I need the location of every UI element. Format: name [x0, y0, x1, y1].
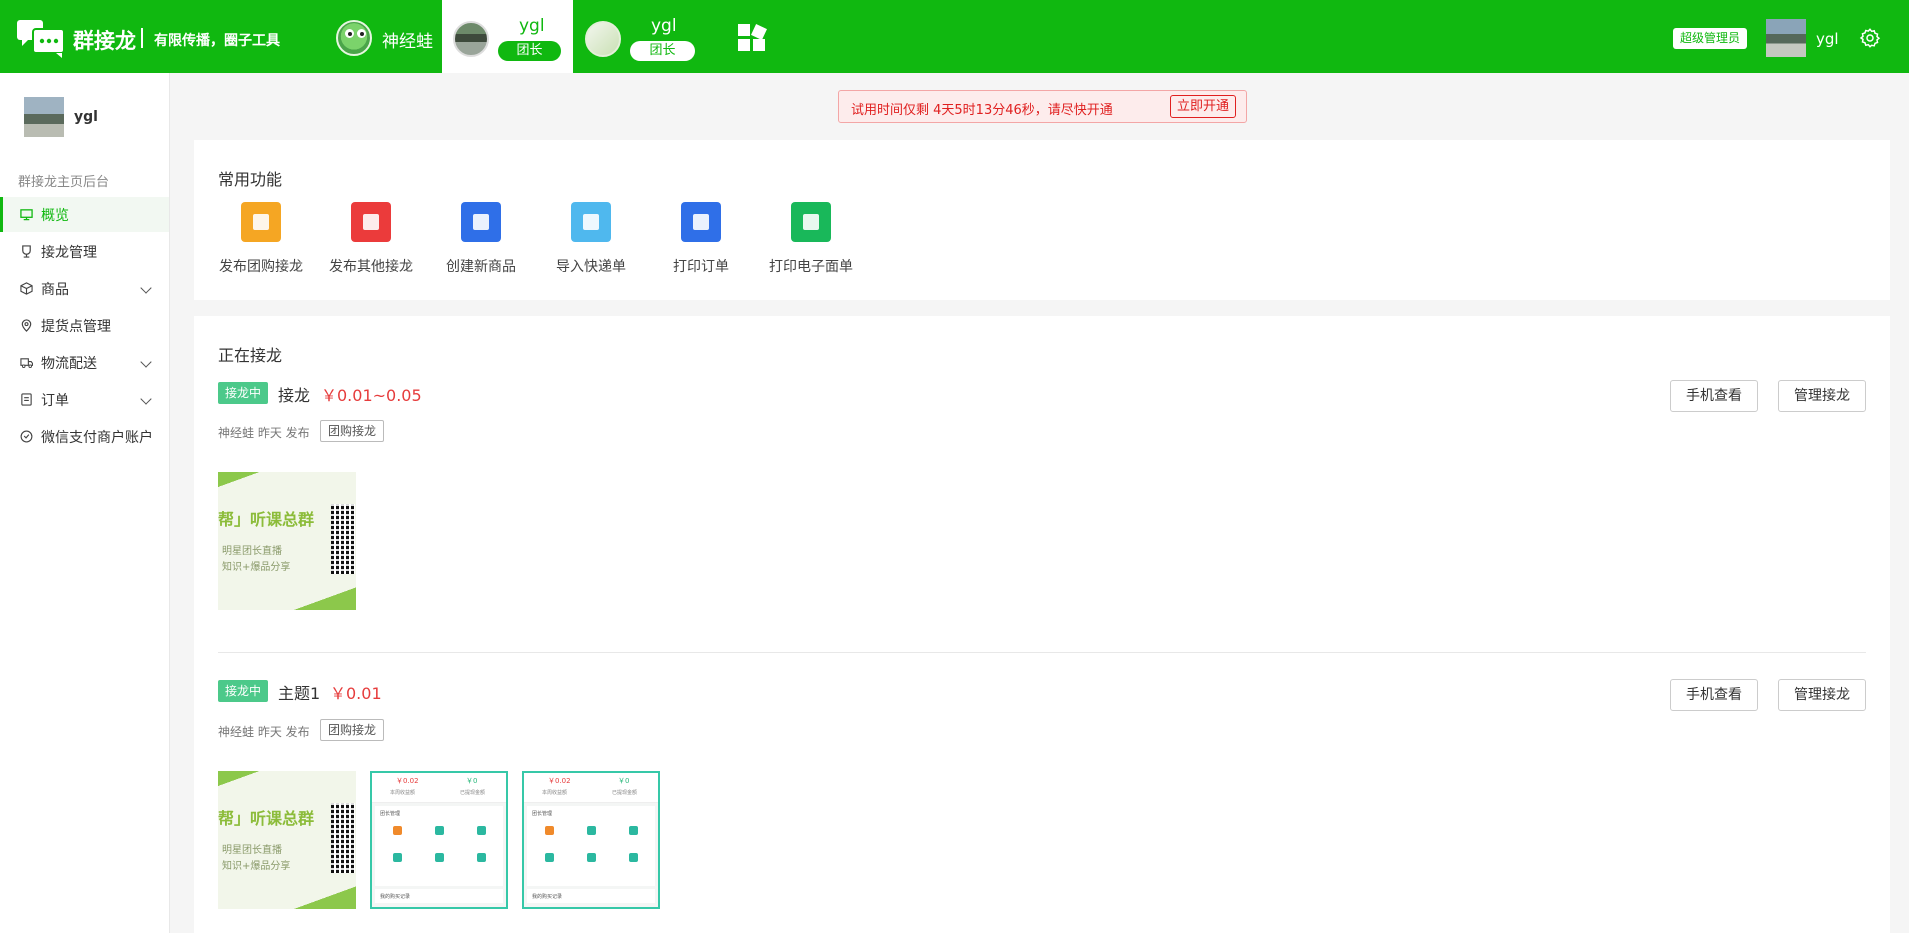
- sidebar-item-relay-manage[interactable]: 接龙管理: [0, 234, 169, 269]
- admin-badge: 超级管理员: [1673, 28, 1748, 49]
- grid-apps-icon[interactable]: [738, 24, 767, 52]
- sidebar-section-title: 群接龙主页后台: [18, 175, 110, 190]
- role-badge: 团长: [630, 41, 695, 61]
- sidebar-item-overview[interactable]: 概览: [0, 197, 169, 232]
- brand-divider: [141, 28, 143, 48]
- group-name: 神经蛙: [382, 32, 433, 52]
- location-pin-icon: [21, 319, 32, 332]
- chevron-down-icon: [140, 356, 152, 368]
- group-switch-ygl-active[interactable]: ygl 团长: [442, 0, 573, 73]
- activate-now-button[interactable]: 立即开通: [1170, 95, 1237, 118]
- relay-image[interactable]: 帮」听课总群 明星团长直播 知识+爆品分享: [218, 472, 356, 610]
- box-icon: [20, 282, 33, 295]
- relay-image[interactable]: 帮」听课总群 明星团长直播 知识+爆品分享: [218, 771, 356, 909]
- relay-type-tag: 团购接龙: [320, 420, 385, 442]
- gear-icon[interactable]: [1859, 27, 1881, 49]
- brand-slogan: 有限传播，圈子工具: [154, 33, 280, 49]
- status-badge: 接龙中: [218, 680, 269, 702]
- section-title: 正在接龙: [218, 346, 283, 365]
- qr-code: [331, 803, 355, 873]
- sidebar-item-label: 物流配送: [41, 356, 97, 372]
- avatar[interactable]: [1766, 19, 1806, 57]
- sidebar-item-label: 提货点管理: [41, 319, 111, 335]
- manage-relay-button[interactable]: 管理接龙: [1778, 679, 1866, 711]
- sidebar-item-label: 概览: [41, 208, 69, 224]
- chevron-down-icon: [140, 393, 152, 405]
- sidebar-item-label: 微信支付商户账户: [41, 430, 153, 446]
- publish-other-icon: [351, 202, 391, 242]
- sidebar-item-logistics[interactable]: 物流配送: [0, 345, 169, 380]
- mobile-view-button[interactable]: 手机查看: [1670, 679, 1758, 711]
- sidebar-item-pickup[interactable]: 提货点管理: [0, 308, 169, 343]
- sidebar-item-label: 接龙管理: [41, 245, 97, 261]
- relay-title[interactable]: 接龙: [278, 382, 310, 406]
- func-label: 创建新商品: [446, 259, 516, 275]
- relay-price: ￥0.01: [330, 684, 382, 703]
- mobile-view-button[interactable]: 手机查看: [1670, 380, 1758, 412]
- group-name: ygl: [651, 16, 677, 36]
- sidebar-item-wechat-pay[interactable]: 微信支付商户账户: [0, 419, 169, 454]
- frog-avatar: [336, 20, 372, 56]
- relay-meta: 神经蛙 昨天 发布: [218, 426, 310, 440]
- brand-name: 群接龙: [73, 29, 136, 53]
- group-switch-frog[interactable]: 神经蛙: [330, 0, 440, 73]
- printer-icon: [681, 202, 721, 242]
- divider: [218, 652, 1866, 653]
- common-functions-card: [194, 140, 1890, 300]
- relay-type-tag: 团购接龙: [320, 719, 385, 741]
- role-badge: 团长: [498, 41, 561, 61]
- group-avatar: [453, 21, 489, 57]
- sidebar-item-products[interactable]: 商品: [0, 271, 169, 306]
- trial-notice: 试用时间仅剩 4天5时13分46秒，请尽快开通 立即开通: [838, 90, 1247, 123]
- top-bar: 群接龙 有限传播，圈子工具 神经蛙 ygl 团长 ygl 团长 超级管理员 yg…: [0, 0, 1909, 73]
- group-avatar: [585, 21, 621, 57]
- trophy-icon: [22, 245, 31, 258]
- import-waybill-icon: [571, 202, 611, 242]
- monitor-icon: [20, 209, 33, 221]
- func-label: 发布团购接龙: [219, 259, 303, 275]
- status-badge: 接龙中: [218, 382, 269, 404]
- group-switch-ygl[interactable]: ygl 团长: [579, 0, 709, 73]
- chevron-down-icon: [140, 282, 152, 294]
- relay-meta: 神经蛙 昨天 发布: [218, 725, 310, 739]
- relay-price: ￥0.01~0.05: [321, 386, 422, 405]
- section-title: 常用功能: [218, 170, 283, 189]
- truck-icon: [20, 358, 33, 368]
- sidebar-user-name: ygl: [74, 109, 98, 125]
- qr-code: [331, 504, 355, 574]
- relay-image[interactable]: ￥0.02 ￥0 本周收益额 已提现金额 团长管理 我的购买记录: [370, 771, 508, 909]
- sidebar-item-label: 商品: [41, 282, 69, 298]
- func-label: 打印电子面单: [769, 259, 853, 275]
- wallet-icon: [20, 430, 33, 443]
- relay-title[interactable]: 主题1: [278, 680, 320, 704]
- manage-relay-button[interactable]: 管理接龙: [1778, 380, 1866, 412]
- sidebar-item-orders[interactable]: 订单: [0, 382, 169, 417]
- sidebar: ygl 群接龙主页后台 概览 接龙管理 商品 提货点管理 物流配送 订单 微信支…: [0, 73, 170, 933]
- relay-image[interactable]: ￥0.02 ￥0 本周收益额 已提现金额 团长管理 我的购买记录: [522, 771, 660, 909]
- avatar: [24, 97, 64, 137]
- chat-logo-icon: [17, 20, 65, 58]
- func-label: 导入快递单: [556, 259, 626, 275]
- trial-text: 试用时间仅剩 4天5时13分46秒，请尽快开通: [851, 103, 1113, 118]
- sidebar-item-label: 订单: [41, 393, 69, 409]
- publish-group-icon: [241, 202, 281, 242]
- receipt-icon: [21, 393, 32, 406]
- user-name[interactable]: ygl: [1816, 30, 1839, 48]
- e-waybill-icon: [791, 202, 831, 242]
- create-product-icon: [461, 202, 501, 242]
- group-name: ygl: [519, 16, 545, 36]
- func-label: 打印订单: [673, 259, 729, 275]
- func-label: 发布其他接龙: [329, 259, 413, 275]
